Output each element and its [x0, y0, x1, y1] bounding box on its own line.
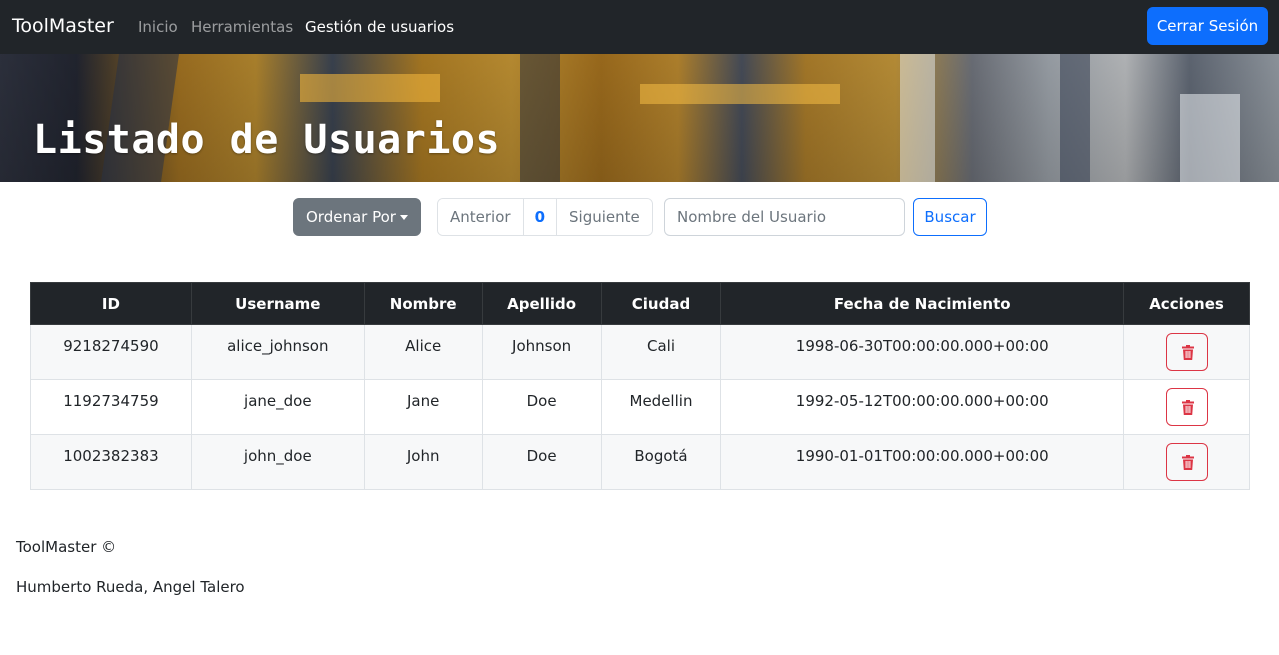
painting-stroke [300, 74, 440, 102]
cell-username: john_doe [190, 434, 365, 490]
cell-nombre: Jane [363, 379, 483, 435]
sort-dropdown-label: Ordenar Por [306, 208, 396, 226]
navbar: ToolMaster Inicio Herramientas Gestión d… [0, 0, 1279, 54]
users-table: ID Username Nombre Apellido Ciudad Fecha… [30, 282, 1250, 490]
cell-ciudad: Medellin [600, 379, 722, 435]
logout-button[interactable]: Cerrar Sesión [1147, 7, 1268, 45]
pagination-current-page[interactable]: 0 [523, 199, 557, 235]
page-title: Listado de Usuarios [33, 117, 501, 163]
painting-stroke [640, 84, 840, 104]
painting-stroke [1060, 54, 1090, 182]
column-header-id: ID [30, 282, 192, 325]
search-button[interactable]: Buscar [913, 198, 987, 236]
pagination-next[interactable]: Siguiente [557, 199, 652, 235]
table-header-row: ID Username Nombre Apellido Ciudad Fecha… [30, 282, 1250, 325]
brand-logo[interactable]: ToolMaster [12, 14, 114, 38]
delete-user-button[interactable] [1165, 388, 1208, 426]
cell-ciudad: Cali [600, 324, 722, 380]
painting-stroke [520, 54, 560, 182]
cell-nombre: John [363, 434, 483, 490]
trash-icon [1181, 400, 1194, 415]
delete-user-button[interactable] [1165, 333, 1208, 371]
table-row: 9218274590 alice_johnson Alice Johnson C… [30, 324, 1250, 380]
column-header-ciudad: Ciudad [600, 282, 722, 325]
pagination: Anterior 0 Siguiente [437, 198, 653, 236]
trash-icon [1181, 345, 1194, 360]
column-header-nombre: Nombre [363, 282, 483, 325]
nav-link-inicio[interactable]: Inicio [138, 17, 178, 37]
sort-dropdown-button[interactable]: Ordenar Por [293, 198, 421, 236]
cell-fecha-nacimiento: 1998-06-30T00:00:00.000+00:00 [720, 324, 1125, 380]
cell-id: 9218274590 [30, 324, 192, 380]
cell-id: 1192734759 [30, 379, 192, 435]
cell-acciones [1123, 379, 1250, 435]
cell-username: jane_doe [190, 379, 365, 435]
nav-link-herramientas[interactable]: Herramientas [191, 17, 293, 37]
username-search-input[interactable] [664, 198, 905, 236]
cell-acciones [1123, 434, 1250, 490]
painting-stroke [1180, 94, 1240, 182]
cell-acciones [1123, 324, 1250, 380]
cell-ciudad: Bogotá [600, 434, 722, 490]
painting-stroke [900, 54, 935, 182]
column-header-acciones: Acciones [1123, 282, 1250, 325]
cell-apellido: Doe [481, 434, 602, 490]
footer-copyright: ToolMaster © [16, 538, 117, 556]
pagination-prev[interactable]: Anterior [438, 199, 524, 235]
delete-user-button[interactable] [1165, 443, 1208, 481]
cell-apellido: Johnson [481, 324, 602, 380]
column-header-fecha-nacimiento: Fecha de Nacimiento [720, 282, 1125, 325]
cell-fecha-nacimiento: 1992-05-12T00:00:00.000+00:00 [720, 379, 1125, 435]
caret-down-icon [400, 215, 408, 220]
cell-nombre: Alice [363, 324, 483, 380]
cell-fecha-nacimiento: 1990-01-01T00:00:00.000+00:00 [720, 434, 1125, 490]
footer-authors: Humberto Rueda, Angel Talero [16, 578, 245, 596]
hero-banner: Listado de Usuarios [0, 54, 1279, 182]
trash-icon [1181, 455, 1194, 470]
column-header-apellido: Apellido [481, 282, 602, 325]
cell-apellido: Doe [481, 379, 602, 435]
column-header-username: Username [190, 282, 365, 325]
table-row: 1192734759 jane_doe Jane Doe Medellin 19… [30, 379, 1250, 435]
cell-id: 1002382383 [30, 434, 192, 490]
cell-username: alice_johnson [190, 324, 365, 380]
table-row: 1002382383 john_doe John Doe Bogotá 1990… [30, 434, 1250, 490]
nav-link-gestion-usuarios[interactable]: Gestión de usuarios [305, 17, 454, 37]
